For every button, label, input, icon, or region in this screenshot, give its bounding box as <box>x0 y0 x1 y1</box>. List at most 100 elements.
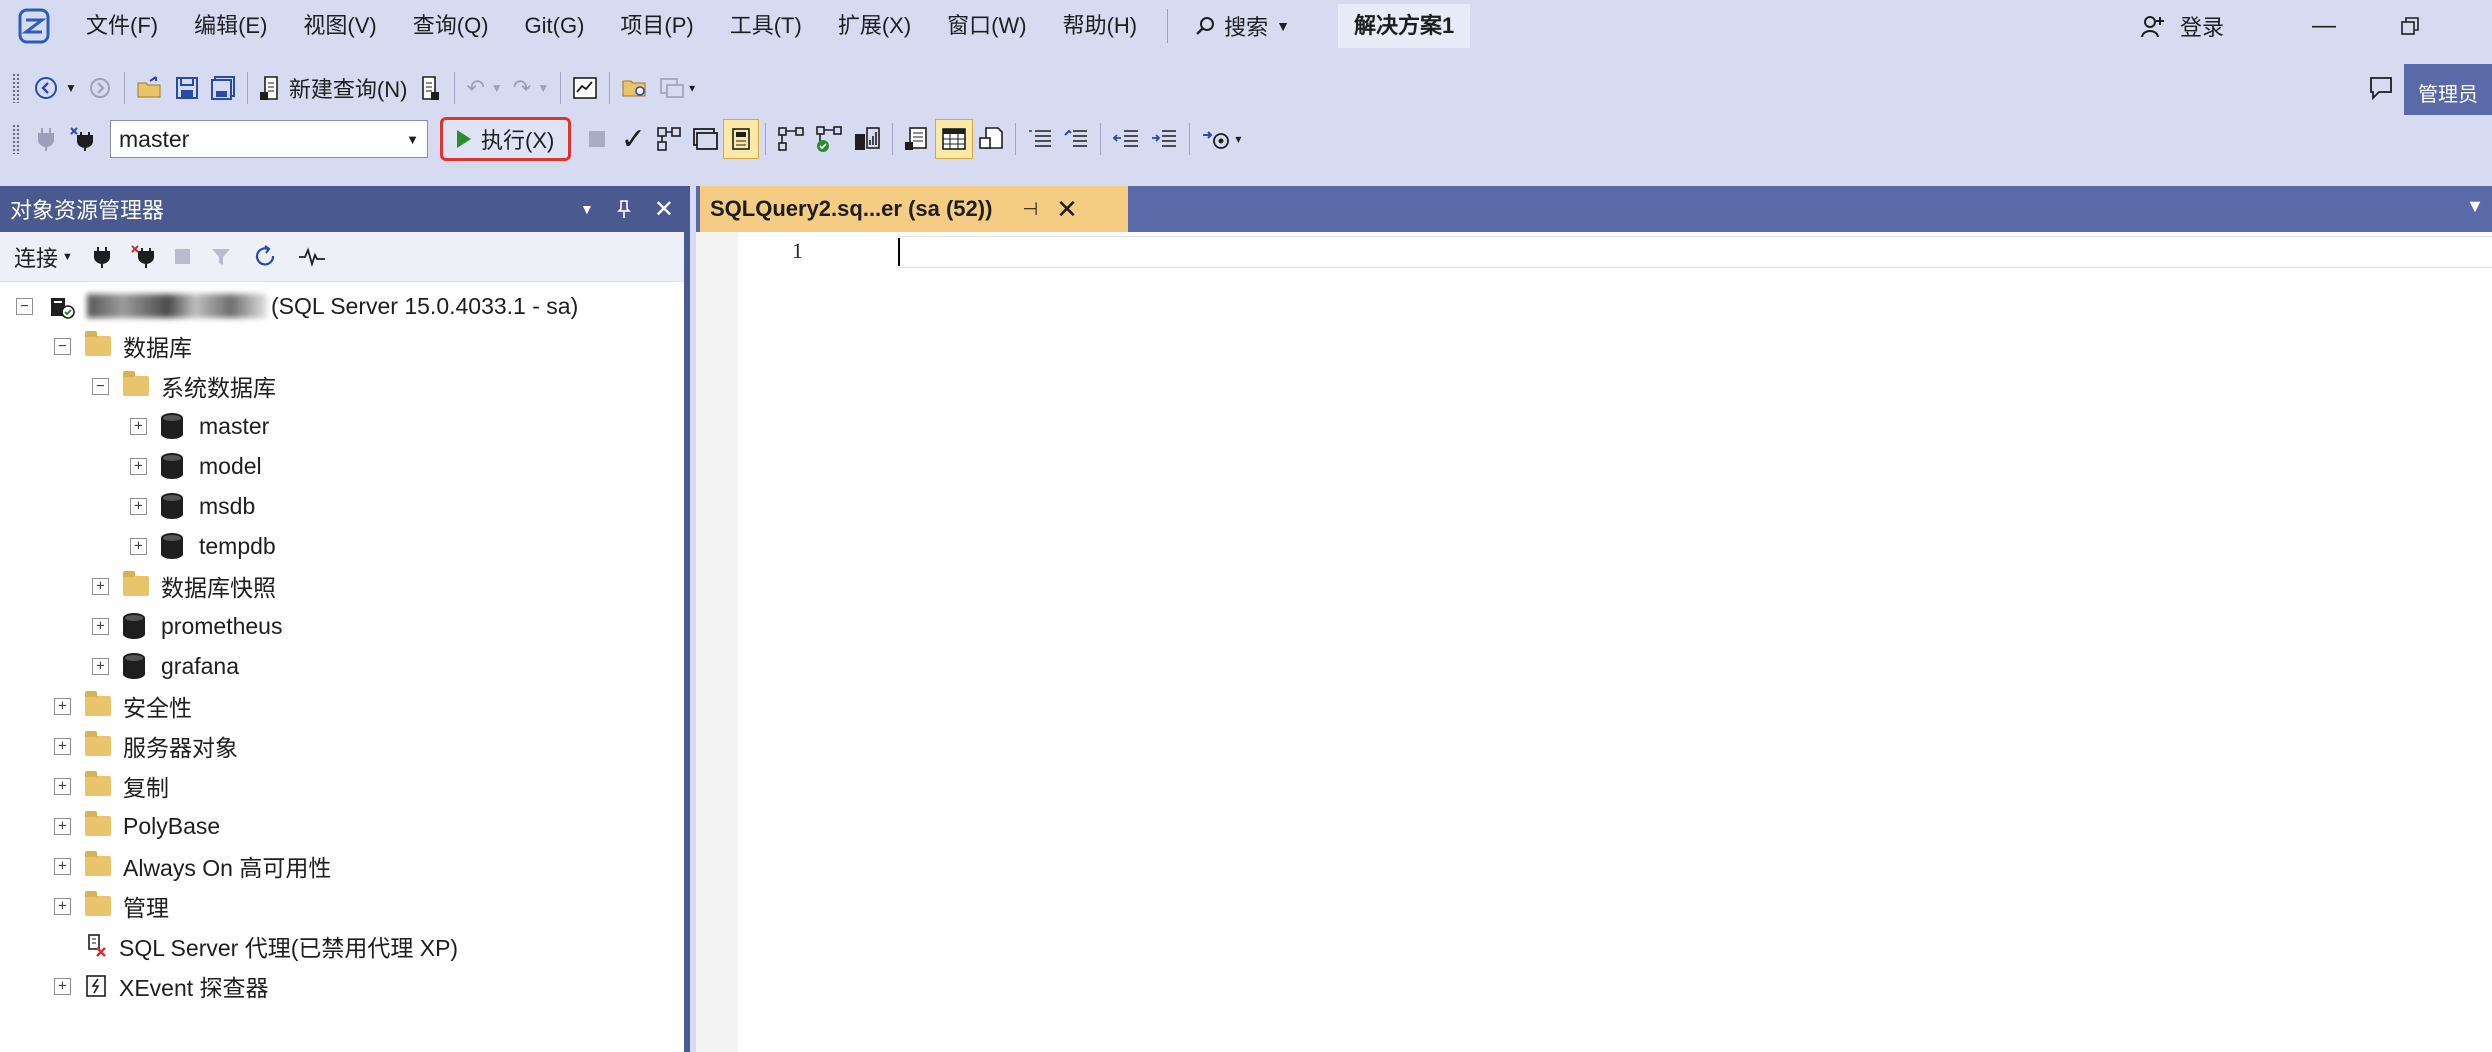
tree-node-databases[interactable]: − 数据库 <box>0 326 684 366</box>
stop-button[interactable] <box>174 249 190 264</box>
search-button[interactable]: 搜索 ▼ <box>1180 0 1304 52</box>
menu-window[interactable]: 窗口(W) <box>929 0 1044 52</box>
new-query-button[interactable]: 新建查询(N) <box>254 68 413 108</box>
tree-node-snapshots[interactable]: + 数据库快照 <box>0 566 684 606</box>
tree-node-msdb[interactable]: + msdb <box>0 486 684 526</box>
display-estimated-plan-button[interactable] <box>651 119 687 159</box>
comment-lines-button[interactable] <box>1022 119 1058 159</box>
tree-node-system-databases[interactable]: − 系统数据库 <box>0 366 684 406</box>
tree-node-always-on[interactable]: + Always On 高可用性 <box>0 846 684 886</box>
admin-badge[interactable]: 管理员 <box>2404 64 2492 120</box>
menu-file[interactable]: 文件(F) <box>68 0 176 52</box>
expand-icon[interactable]: + <box>130 417 147 435</box>
activity-monitor-button[interactable] <box>298 246 326 267</box>
expand-icon[interactable]: + <box>92 577 109 595</box>
menu-tools[interactable]: 工具(T) <box>712 0 820 52</box>
live-query-stats-button[interactable] <box>810 119 848 159</box>
parse-button[interactable]: ✓ <box>615 119 651 159</box>
refresh-button[interactable] <box>252 244 278 270</box>
solution-name[interactable]: 解决方案1 <box>1338 4 1471 48</box>
window-position-icon[interactable]: ▼ <box>580 201 594 217</box>
tree-node-server-objects[interactable]: + 服务器对象 <box>0 726 684 766</box>
tree-node-prometheus[interactable]: + prometheus <box>0 606 684 646</box>
menu-project[interactable]: 项目(P) <box>602 0 711 52</box>
close-tab-icon[interactable]: ✕ <box>1056 194 1078 225</box>
menu-view[interactable]: 视图(V) <box>285 0 394 52</box>
expand-icon[interactable]: + <box>54 977 71 995</box>
expand-icon[interactable]: + <box>54 777 71 795</box>
menu-help[interactable]: 帮助(H) <box>1045 0 1156 52</box>
menu-query[interactable]: 查询(Q) <box>395 0 507 52</box>
cancel-query-button[interactable] <box>579 119 615 159</box>
increase-indent-button[interactable] <box>1145 119 1183 159</box>
feedback-button[interactable] <box>2362 68 2400 108</box>
connect-dropdown-button[interactable]: 连接 ▼ <box>14 241 73 273</box>
results-to-grid-button[interactable] <box>935 119 974 159</box>
minimize-button[interactable]: — <box>2294 0 2354 52</box>
connect-object-explorer-button[interactable] <box>93 245 111 269</box>
pin-icon[interactable] <box>616 199 632 219</box>
activity-monitor-button[interactable] <box>567 68 603 108</box>
uncomment-lines-button[interactable] <box>1058 119 1094 159</box>
collapse-icon[interactable]: − <box>92 377 109 395</box>
back-button[interactable]: ▼ <box>28 68 82 108</box>
collapse-icon[interactable]: − <box>54 337 71 355</box>
execute-button[interactable]: 执行(X) <box>440 117 572 161</box>
tree-node-server[interactable]: − (SQL Server 15.0.4033.1 - sa) <box>0 286 684 326</box>
tree-node-management[interactable]: + 管理 <box>0 886 684 926</box>
connect-button[interactable] <box>28 119 64 159</box>
redo-button[interactable]: ↷ ▼ <box>508 68 554 108</box>
properties-window-button[interactable]: ▾ <box>654 68 700 108</box>
forward-button[interactable] <box>82 68 118 108</box>
tree-node-model[interactable]: + model <box>0 446 684 486</box>
results-to-file-button[interactable] <box>973 119 1009 159</box>
template-explorer-button[interactable] <box>616 68 654 108</box>
menu-edit[interactable]: 编辑(E) <box>176 0 285 52</box>
expand-icon[interactable]: + <box>92 657 109 675</box>
expand-icon[interactable]: + <box>54 737 71 755</box>
tree-node-grafana[interactable]: + grafana <box>0 646 684 686</box>
open-file-button[interactable] <box>131 68 169 108</box>
expand-icon[interactable]: + <box>130 537 147 555</box>
expand-icon[interactable]: + <box>54 817 71 835</box>
specify-template-values-button[interactable]: ▾ <box>1196 119 1246 159</box>
disconnect-button[interactable] <box>131 244 155 269</box>
intellisense-toggle[interactable] <box>723 119 760 159</box>
tab-sqlquery2[interactable]: SQLQuery2.sq...er (sa (52)) ⊣ ✕ <box>700 186 1128 232</box>
tree-node-master[interactable]: + master <box>0 406 684 446</box>
restore-button[interactable] <box>2380 0 2440 52</box>
expand-icon[interactable]: + <box>130 457 147 475</box>
expand-icon[interactable]: + <box>130 497 147 515</box>
new-file-button[interactable] <box>412 68 448 108</box>
query-editor[interactable]: 1 <box>696 232 2492 1052</box>
save-all-button[interactable] <box>205 68 241 108</box>
results-to-text-button[interactable] <box>899 119 935 159</box>
available-databases-select[interactable]: master ▼ <box>110 120 428 158</box>
filter-button[interactable] <box>210 246 232 268</box>
expand-icon[interactable]: + <box>54 697 71 715</box>
decrease-indent-button[interactable] <box>1107 119 1145 159</box>
tree-node-tempdb[interactable]: + tempdb <box>0 526 684 566</box>
login-button[interactable]: 登录 <box>2140 0 2224 52</box>
tree-node-xevent-profiler[interactable]: + XEvent 探查器 <box>0 966 684 1006</box>
expand-icon[interactable]: + <box>92 617 109 635</box>
menu-extensions[interactable]: 扩展(X) <box>820 0 929 52</box>
tree-node-replication[interactable]: + 复制 <box>0 766 684 806</box>
undo-button[interactable]: ↶ ▼ <box>461 68 507 108</box>
toolbar-grip[interactable] <box>12 73 20 103</box>
include-actual-plan-button[interactable] <box>772 119 810 159</box>
tab-overflow-icon[interactable]: ▼ <box>2466 196 2484 217</box>
close-icon[interactable]: ✕ <box>654 195 674 224</box>
change-connection-button[interactable] <box>64 119 102 159</box>
menu-git[interactable]: Git(G) <box>507 0 603 52</box>
tree-node-polybase[interactable]: + PolyBase <box>0 806 684 846</box>
tree-node-security[interactable]: + 安全性 <box>0 686 684 726</box>
client-statistics-button[interactable] <box>848 119 886 159</box>
ssms-logo-icon[interactable] <box>14 6 54 46</box>
toolbar-grip[interactable] <box>12 124 20 154</box>
collapse-icon[interactable]: − <box>16 297 33 315</box>
expand-icon[interactable]: + <box>54 897 71 915</box>
pin-tab-icon[interactable]: ⊣ <box>1022 199 1038 220</box>
save-button[interactable] <box>169 68 205 108</box>
query-options-button[interactable] <box>687 119 723 159</box>
